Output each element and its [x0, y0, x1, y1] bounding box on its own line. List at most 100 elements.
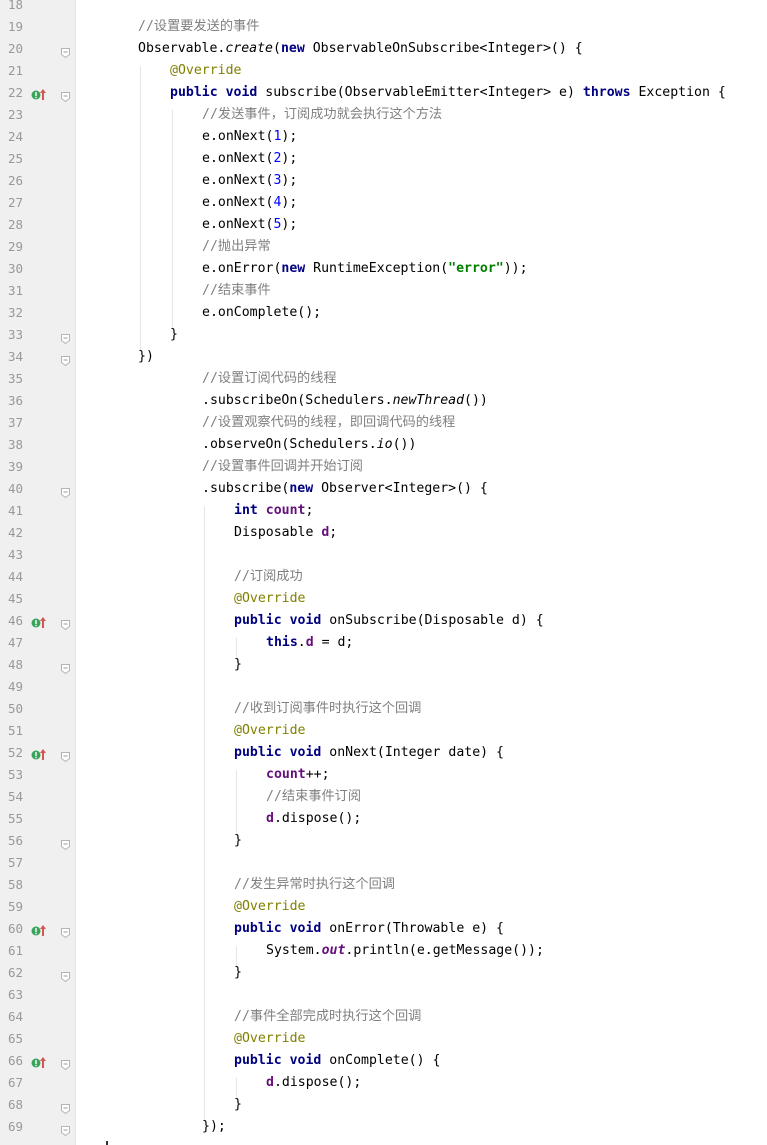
- code-line[interactable]: 27 e.onNext(4);: [0, 192, 767, 214]
- code-line[interactable]: 21 @Override: [0, 60, 767, 82]
- code-line[interactable]: 26 e.onNext(3);: [0, 170, 767, 192]
- code-line[interactable]: 68}: [0, 1094, 767, 1116]
- code-line[interactable]: 51 @Override: [0, 720, 767, 742]
- code-token: Disposable: [234, 525, 322, 540]
- code-line[interactable]: 30 e.onError(new RuntimeException("error"…: [0, 258, 767, 280]
- code-line[interactable]: 41 int count;: [0, 500, 767, 522]
- fold-toggle-icon[interactable]: [61, 352, 70, 367]
- code-token: e.onNext(: [202, 195, 274, 210]
- code-line[interactable]: 20 Observable.create(new ObservableOnSubs…: [0, 38, 767, 60]
- line-number: 47: [8, 635, 24, 650]
- code-line[interactable]: 22 public void subscribe(ObservableEmitte…: [0, 82, 767, 104]
- code-line[interactable]: 34}): [0, 346, 767, 368]
- code-line[interactable]: 42 Disposable d;: [0, 522, 767, 544]
- code-line[interactable]: 43: [0, 544, 767, 566]
- code-line[interactable]: 24 e.onNext(1);: [0, 126, 767, 148]
- code-line[interactable]: 28 e.onNext(5);: [0, 214, 767, 236]
- fold-toggle-icon[interactable]: [61, 1056, 70, 1071]
- code-line[interactable]: 38 .observeOn(Schedulers.io()): [0, 434, 767, 456]
- override-method-icon[interactable]: [31, 1055, 47, 1068]
- code-line[interactable]: 65 @Override: [0, 1028, 767, 1050]
- code-line[interactable]: 53 count++;: [0, 764, 767, 786]
- code-text: @Override: [234, 720, 305, 742]
- code-line[interactable]: 62}: [0, 962, 767, 984]
- code-text: Observable.create(new ObservableOnSubscr…: [138, 38, 583, 60]
- code-line[interactable]: 32 e.onComplete();: [0, 302, 767, 324]
- line-number: 61: [8, 943, 24, 958]
- code-line[interactable]: 45 @Override: [0, 588, 767, 610]
- code-token: //订阅成功: [234, 569, 303, 584]
- code-text: e.onError(new RuntimeException("error"))…: [202, 258, 528, 280]
- code-token: = d;: [313, 635, 354, 650]
- fold-toggle-icon[interactable]: [61, 44, 70, 59]
- code-line[interactable]: 56}: [0, 830, 767, 852]
- code-line[interactable]: 25 e.onNext(2);: [0, 148, 767, 170]
- fold-toggle-icon[interactable]: [61, 616, 70, 631]
- fold-toggle-icon[interactable]: [61, 88, 70, 103]
- code-line[interactable]: 40 .subscribe(new Observer<Integer>() {: [0, 478, 767, 500]
- code-line[interactable]: 29 //抛出异常: [0, 236, 767, 258]
- fold-toggle-icon[interactable]: [61, 660, 70, 675]
- code-token: count: [265, 503, 306, 518]
- code-editor[interactable]: 18 19//设置要发送的事件 20 Observable.create(new Ob…: [0, 0, 767, 1145]
- code-line[interactable]: 61 System.out.println(e.getMessage());: [0, 940, 767, 962]
- code-line[interactable]: 58 //发生异常时执行这个回调: [0, 874, 767, 896]
- code-line[interactable]: 47 this.d = d;: [0, 632, 767, 654]
- code-token: d: [266, 1075, 274, 1090]
- code-line[interactable]: 37 //设置观察代码的线程，即回调代码的线程: [0, 412, 767, 434]
- code-line[interactable]: 23 //发送事件，订阅成功就会执行这个方法: [0, 104, 767, 126]
- override-method-icon[interactable]: [31, 87, 47, 100]
- code-line[interactable]: 60 public void onError(Throwable e) {: [0, 918, 767, 940]
- code-text: });: [202, 1116, 226, 1138]
- fold-toggle-icon[interactable]: [61, 924, 70, 939]
- code-text: d.dispose();: [266, 808, 361, 830]
- code-text: //设置事件回调并开始订阅: [202, 456, 363, 478]
- code-line[interactable]: 66 public void onComplete() {: [0, 1050, 767, 1072]
- code-line[interactable]: 59 @Override: [0, 896, 767, 918]
- line-number: 19: [8, 19, 24, 34]
- code-line[interactable]: 44 //订阅成功: [0, 566, 767, 588]
- code-line[interactable]: 50 //收到订阅事件时执行这个回调: [0, 698, 767, 720]
- code-token: }: [234, 1097, 242, 1112]
- code-line[interactable]: 35 //设置订阅代码的线程: [0, 368, 767, 390]
- override-method-icon[interactable]: [31, 923, 47, 936]
- code-line[interactable]: 33}: [0, 324, 767, 346]
- fold-toggle-icon[interactable]: [61, 330, 70, 345]
- fold-toggle-icon[interactable]: [61, 1122, 70, 1137]
- code-token: //设置观察代码的线程，即回调代码的线程: [202, 415, 456, 430]
- code-token: //结束事件订阅: [266, 789, 362, 804]
- code-line[interactable]: 19 //设置要发送的事件: [0, 16, 767, 38]
- code-line[interactable]: 67 d.dispose();: [0, 1072, 767, 1094]
- fold-toggle-icon[interactable]: [61, 748, 70, 763]
- code-line[interactable]: 49: [0, 676, 767, 698]
- code-line[interactable]: 57: [0, 852, 767, 874]
- code-line[interactable]: 18: [0, 0, 767, 16]
- fold-toggle-icon[interactable]: [61, 836, 70, 851]
- fold-toggle-icon[interactable]: [61, 968, 70, 983]
- code-line[interactable]: 39 //设置事件回调并开始订阅: [0, 456, 767, 478]
- code-line[interactable]: 54 //结束事件订阅: [0, 786, 767, 808]
- code-line[interactable]: 55 d.dispose();: [0, 808, 767, 830]
- code-token: ;: [329, 525, 338, 540]
- override-method-icon[interactable]: [31, 615, 47, 628]
- fold-toggle-icon[interactable]: [61, 1100, 70, 1115]
- code-line[interactable]: 46 public void onSubscribe(Disposable d) …: [0, 610, 767, 632]
- code-line[interactable]: 48}: [0, 654, 767, 676]
- code-line[interactable]: 69});: [0, 1116, 767, 1138]
- code-token: onComplete() {: [321, 1053, 441, 1068]
- override-method-icon[interactable]: [31, 747, 47, 760]
- code-line[interactable]: 64 //事件全部完成时执行这个回调: [0, 1006, 767, 1028]
- code-text: public void onComplete() {: [234, 1050, 440, 1072]
- code-token: e.onNext(: [202, 129, 274, 144]
- code-token: .observeOn(Schedulers.: [202, 437, 377, 452]
- code-line[interactable]: 31 //结束事件: [0, 280, 767, 302]
- code-token: );: [281, 195, 298, 210]
- code-line[interactable]: 52 public void onNext(Integer date) {: [0, 742, 767, 764]
- fold-toggle-icon[interactable]: [61, 484, 70, 499]
- line-number: 24: [8, 129, 24, 144]
- line-number: 62: [8, 965, 24, 980]
- line-number: 28: [8, 217, 24, 232]
- code-line[interactable]: 63: [0, 984, 767, 1006]
- code-line[interactable]: 36 .subscribeOn(Schedulers.newThread()): [0, 390, 767, 412]
